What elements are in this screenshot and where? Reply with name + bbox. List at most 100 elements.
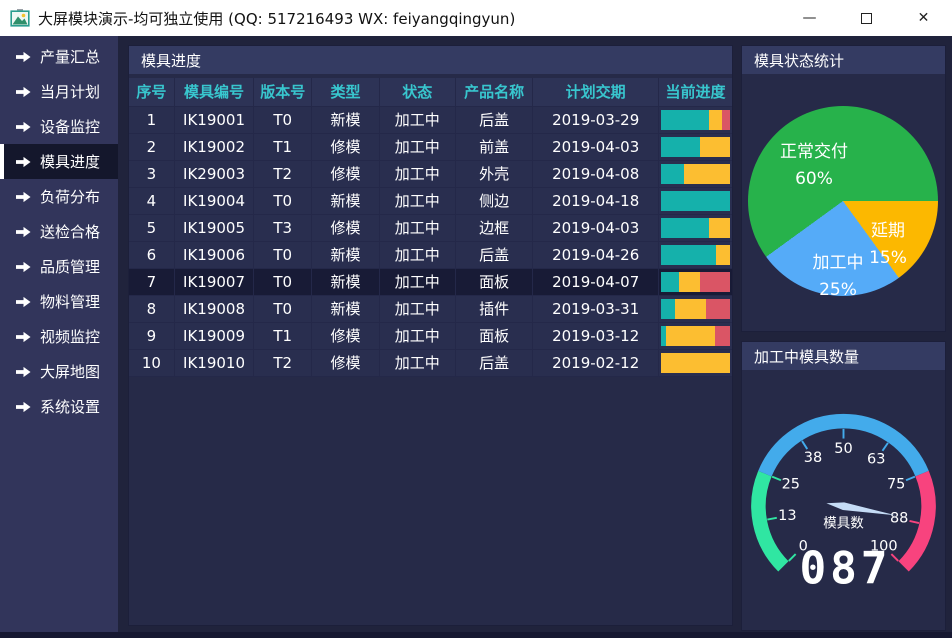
cell-product: 面板 xyxy=(455,268,533,295)
table-row[interactable]: 3IK29003T2修模加工中外壳2019-04-08 xyxy=(129,160,732,187)
mold-status-panel: 模具状态统计 正常交付60%延期15%加工中25% xyxy=(741,45,946,332)
column-header-5: 状态 xyxy=(379,78,455,106)
table-row[interactable]: 9IK19009T1修模加工中面板2019-03-12 xyxy=(129,322,732,349)
cell-mold_no: IK19002 xyxy=(174,133,254,160)
sidebar: 产量汇总当月计划设备监控模具进度负荷分布送检合格品质管理物料管理视频监控大屏地图… xyxy=(0,36,118,632)
progress-segment-yellow xyxy=(700,137,730,157)
table-row[interactable]: 1IK19001T0新模加工中后盖2019-03-29 xyxy=(129,106,732,133)
gauge-tick-label: 13 xyxy=(778,508,796,524)
cell-status: 加工中 xyxy=(379,106,455,133)
arrow-icon xyxy=(16,331,31,343)
cell-seq: 7 xyxy=(129,268,174,295)
progress-segment-yellow xyxy=(709,218,730,238)
progress-segment-yellow xyxy=(709,110,721,130)
cell-version: T2 xyxy=(254,160,312,187)
gauge-tick xyxy=(802,441,807,449)
table-row[interactable]: 7IK19007T0新模加工中面板2019-04-07 xyxy=(129,268,732,295)
cell-mold_no: IK19007 xyxy=(174,268,254,295)
progress-bar xyxy=(661,110,730,130)
arrow-icon xyxy=(16,401,31,413)
sidebar-item-5[interactable]: 负荷分布 xyxy=(0,179,118,214)
table-row[interactable]: 5IK19005T3修模加工中边框2019-04-03 xyxy=(129,214,732,241)
cell-product: 后盖 xyxy=(455,349,533,376)
cell-mold_no: IK19004 xyxy=(174,187,254,214)
arrow-icon xyxy=(16,156,31,168)
sidebar-item-6[interactable]: 送检合格 xyxy=(0,214,118,249)
cell-due_date: 2019-03-29 xyxy=(533,106,658,133)
gauge-needle xyxy=(826,502,896,515)
progress-segment-yellow xyxy=(716,245,730,265)
progress-segment-yellow xyxy=(666,326,714,346)
progress-bar xyxy=(661,272,730,292)
sidebar-item-2[interactable]: 当月计划 xyxy=(0,74,118,109)
sidebar-item-label: 大屏地图 xyxy=(40,361,100,382)
mold-status-panel-header: 模具状态统计 xyxy=(742,46,945,74)
mold-progress-panel: 模具进度 序号模具编号版本号类型状态产品名称计划交期当前进度 1IK19001T… xyxy=(128,45,733,626)
table-body: 1IK19001T0新模加工中后盖2019-03-292IK19002T1修模加… xyxy=(129,106,732,376)
sidebar-item-label: 当月计划 xyxy=(40,81,100,102)
cell-mold_no: IK19005 xyxy=(174,214,254,241)
cell-product: 插件 xyxy=(455,295,533,322)
cell-progress xyxy=(658,106,732,133)
progress-segment-yellow xyxy=(684,164,730,184)
sidebar-item-11[interactable]: 系统设置 xyxy=(0,389,118,424)
sidebar-item-8[interactable]: 物料管理 xyxy=(0,284,118,319)
column-header-6: 产品名称 xyxy=(455,78,533,106)
cell-status: 加工中 xyxy=(379,214,455,241)
sidebar-item-label: 负荷分布 xyxy=(40,186,100,207)
sidebar-item-9[interactable]: 视频监控 xyxy=(0,319,118,354)
cell-type: 新模 xyxy=(312,268,380,295)
sidebar-item-label: 送检合格 xyxy=(40,221,100,242)
column-header-2: 模具编号 xyxy=(174,78,254,106)
app-body: 产量汇总当月计划设备监控模具进度负荷分布送检合格品质管理物料管理视频监控大屏地图… xyxy=(0,36,952,632)
table-row[interactable]: 2IK19002T1修模加工中前盖2019-04-03 xyxy=(129,133,732,160)
mold-progress-table: 序号模具编号版本号类型状态产品名称计划交期当前进度 1IK19001T0新模加工… xyxy=(129,78,732,377)
cell-type: 修模 xyxy=(312,133,380,160)
progress-bar xyxy=(661,299,730,319)
cell-seq: 10 xyxy=(129,349,174,376)
cell-mold_no: IK19008 xyxy=(174,295,254,322)
gauge-chart: 013253850637588100模具数087 xyxy=(742,394,945,630)
progress-segment-red xyxy=(722,110,730,130)
table-row[interactable]: 4IK19004T0新模加工中侧边2019-04-18 xyxy=(129,187,732,214)
cell-mold_no: IK19006 xyxy=(174,241,254,268)
cell-due_date: 2019-02-12 xyxy=(533,349,658,376)
sidebar-item-label: 产量汇总 xyxy=(40,46,100,67)
cell-type: 修模 xyxy=(312,160,380,187)
arrow-icon xyxy=(16,366,31,378)
cell-type: 修模 xyxy=(312,349,380,376)
gauge-tick xyxy=(767,518,776,520)
cell-product: 前盖 xyxy=(455,133,533,160)
cell-status: 加工中 xyxy=(379,187,455,214)
gauge-tick xyxy=(891,554,898,561)
sidebar-item-7[interactable]: 品质管理 xyxy=(0,249,118,284)
cell-version: T0 xyxy=(254,187,312,214)
sidebar-item-4[interactable]: 模具进度 xyxy=(0,144,118,179)
table-row[interactable]: 10IK19010T2修模加工中后盖2019-02-12 xyxy=(129,349,732,376)
sidebar-item-10[interactable]: 大屏地图 xyxy=(0,354,118,389)
processing-count-panel: 加工中模具数量 013253850637588100模具数087 xyxy=(741,341,946,631)
mold-status-panel-title: 模具状态统计 xyxy=(754,50,844,71)
cell-product: 后盖 xyxy=(455,106,533,133)
cell-mold_no: IK19009 xyxy=(174,322,254,349)
cell-mold_no: IK29003 xyxy=(174,160,254,187)
cell-version: T1 xyxy=(254,133,312,160)
cell-seq: 3 xyxy=(129,160,174,187)
cell-due_date: 2019-03-31 xyxy=(533,295,658,322)
mold-progress-panel-title: 模具进度 xyxy=(141,50,201,71)
cell-status: 加工中 xyxy=(379,349,455,376)
maximize-button[interactable] xyxy=(838,0,895,36)
progress-bar xyxy=(661,218,730,238)
sidebar-item-1[interactable]: 产量汇总 xyxy=(0,39,118,74)
sidebar-item-label: 物料管理 xyxy=(40,291,100,312)
column-header-4: 类型 xyxy=(312,78,380,106)
table-row[interactable]: 6IK19006T0新模加工中后盖2019-04-26 xyxy=(129,241,732,268)
sidebar-item-3[interactable]: 设备监控 xyxy=(0,109,118,144)
progress-segment-red xyxy=(706,299,729,319)
window-title: 大屏模块演示-均可独立使用 (QQ: 517216493 WX: feiyang… xyxy=(38,8,781,29)
titlebar[interactable]: 大屏模块演示-均可独立使用 (QQ: 517216493 WX: feiyang… xyxy=(0,0,952,36)
table-row[interactable]: 8IK19008T0新模加工中插件2019-03-31 xyxy=(129,295,732,322)
close-button[interactable]: ✕ xyxy=(895,0,952,36)
sidebar-item-label: 品质管理 xyxy=(40,256,100,277)
minimize-button[interactable]: — xyxy=(781,0,838,36)
